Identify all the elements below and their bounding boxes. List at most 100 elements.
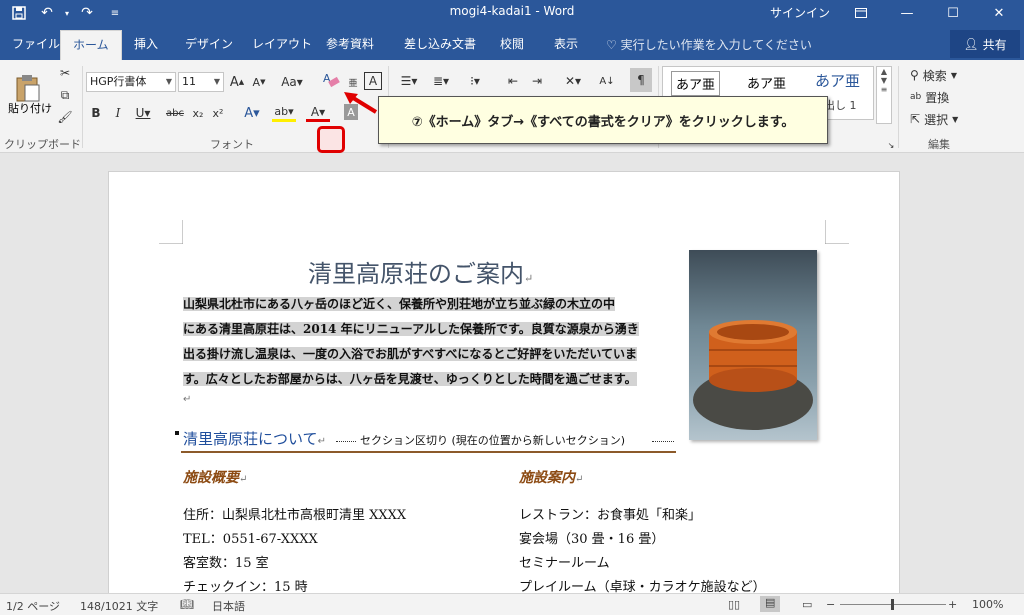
cursor-icon: ⇱ [910,112,921,126]
intro-paragraph[interactable]: 山梨県北杜市にある八ヶ岳のほど近く、保養所や別荘地が立ち並ぶ緑の木立の中 にある… [183,292,675,392]
list-item[interactable]: セミナールーム [519,552,610,571]
zoom-slider-thumb[interactable] [891,599,894,610]
decrease-indent-icon[interactable]: ⇤ [504,72,522,90]
sort-icon[interactable]: A↓ [598,72,616,90]
ribbon-display-options-icon[interactable] [838,0,884,26]
zoom-level[interactable]: 100% [972,598,1003,611]
tab-view[interactable]: 表示 [542,30,590,60]
clipboard-group-label: クリップボード [4,138,81,151]
font-size-select[interactable]: 11 ▼ [178,72,224,92]
document-title-text: 清里高原荘のご案内 [308,260,524,288]
word-count[interactable]: 148/1021 文字 [80,598,158,614]
copy-icon[interactable]: ⧉ [56,86,74,104]
numbering-icon[interactable]: ≣▾ [428,72,454,90]
list-item[interactable]: 宴会場（30 畳・16 畳） [519,528,664,547]
page-count[interactable]: 1/2 ページ [6,598,60,614]
multilevel-list-icon[interactable]: ⁝▾ [462,72,488,90]
character-border-icon[interactable]: A [364,72,382,90]
replace-button[interactable]: ab 置換 [910,88,970,106]
close-icon[interactable]: ✕ [976,0,1022,26]
list-item[interactable]: レストラン：お食事処「和楽」 [519,504,701,523]
grow-font-icon[interactable]: A ▲ [228,72,246,92]
paragraph-line: 山梨県北杜市にある八ヶ岳のほど近く、保養所や別荘地が立ち並ぶ緑の木立の中 [183,297,616,311]
paragraph-mark: ↵ [575,474,584,485]
paragraph-mark: ↵ [317,436,326,447]
subscript-icon[interactable]: x₂ [190,104,206,122]
maximize-icon[interactable]: ☐ [930,0,976,26]
paragraph-line: 出る掛け流し温泉は、一度の入浴でお肌がすべすべになるとご好評をいただいていま [183,347,637,361]
search-icon: ⚲ [910,68,919,82]
italic-icon[interactable]: I [110,104,126,122]
bold-icon[interactable]: B [88,104,104,122]
style-no-spacing[interactable]: あア亜 [747,73,786,92]
onsen-photo[interactable] [689,250,817,440]
tab-layout[interactable]: レイアウト [240,30,324,60]
increase-indent-icon[interactable]: ⇥ [528,72,546,90]
divider [82,66,83,148]
tab-home[interactable]: ホーム [60,30,122,60]
signin-link[interactable]: サインイン [770,4,830,21]
zoom-out-icon[interactable]: − [826,598,835,611]
replace-icon: ab [910,92,922,102]
style-normal[interactable]: あア亜 [671,71,721,96]
proofing-icon[interactable]: 📖︎ [180,598,194,611]
read-mode-icon[interactable]: ▯▯ [728,598,740,611]
styles-launcher-icon[interactable]: ↘ [886,140,896,150]
style-heading-1[interactable]: あア亜 [815,70,860,91]
tab-insert[interactable]: 挿入 [122,30,170,60]
text-effects-icon[interactable]: A▾ [240,104,264,122]
select-button[interactable]: ⇱ 選択 ▼ [910,110,970,128]
document-title[interactable]: 清里高原荘のご案内↵ [308,254,533,289]
clipboard-icon [16,75,40,102]
list-item[interactable]: 客室数：15 室 [183,552,269,571]
paragraph-mark: ↵ [524,272,534,285]
photo-illustration [693,320,813,430]
list-item[interactable]: TEL：0551-67-XXXX [183,528,318,547]
shrink-font-icon[interactable]: A ▼ [250,72,268,92]
tab-review[interactable]: 校閲 [488,30,536,60]
tab-references[interactable]: 参考資料 [314,30,386,60]
list-item[interactable]: 住所：山梨県北杜市高根町清里 XXXX [183,504,406,523]
person-icon: 👤︎ [963,37,979,51]
section-break-dots [652,441,674,442]
facility-overview-heading[interactable]: 施設概要↵ [183,467,247,487]
superscript-icon[interactable]: x² [210,104,226,122]
divider [898,66,899,148]
show-marks-icon[interactable]: ¶ [630,68,652,92]
highlight-color-icon[interactable]: ab▾ [272,104,296,122]
find-button[interactable]: ⚲ 検索 ▼ [910,66,970,84]
web-layout-icon[interactable]: ▭ [802,598,812,611]
tab-design[interactable]: デザイン [173,30,245,60]
clear-formatting-highlight [317,126,345,153]
section-heading[interactable]: 清里高原荘について↵ [183,428,326,449]
paste-label[interactable]: 貼り付け [8,100,52,116]
left-heading-text: 施設概要 [183,470,239,486]
print-layout-icon[interactable]: ▤ [760,596,781,612]
underline-icon[interactable]: U▾ [132,104,154,122]
status-bar: 1/2 ページ 148/1021 文字 📖︎ 日本語 ▯▯ ▤ ▭ − + 10… [0,593,1024,615]
strikethrough-icon[interactable]: abc [164,104,186,122]
zoom-in-icon[interactable]: + [948,598,957,611]
bullets-icon[interactable]: ☰▾ [396,72,422,90]
facility-guide-heading[interactable]: 施設案内↵ [519,467,583,487]
font-size-value: 11 [182,75,196,88]
share-button[interactable]: 👤︎ 共有 [950,30,1020,58]
select-label: 選択 [924,112,949,127]
tab-mailings[interactable]: 差し込み文書 [392,30,488,60]
clear-formatting-button[interactable]: A [320,69,342,91]
paragraph-mark: ↵ [183,394,192,405]
asian-layout-icon[interactable]: ✕▾ [560,72,586,90]
tell-me-search[interactable]: ♡ 実行したい作業を入力してください [606,36,812,53]
change-case-icon[interactable]: Aa▾ [278,72,306,92]
cut-icon[interactable]: ✂ [56,64,74,82]
language-indicator[interactable]: 日本語 [212,598,245,614]
margin-corner-mark [159,220,183,244]
minimize-icon[interactable]: — [884,0,930,26]
pointer-arrow [344,92,378,114]
gallery-scroll[interactable]: ▲ ▼ ≡ [876,66,892,124]
phonetic-guide-icon[interactable]: 亜 [346,72,360,92]
paragraph-mark: ↵ [239,474,248,485]
format-painter-icon[interactable]: 🖌︎ [56,108,74,126]
font-name-select[interactable]: HGP行書体 ▼ [86,72,176,92]
font-color-icon[interactable]: A▾ [306,104,330,122]
